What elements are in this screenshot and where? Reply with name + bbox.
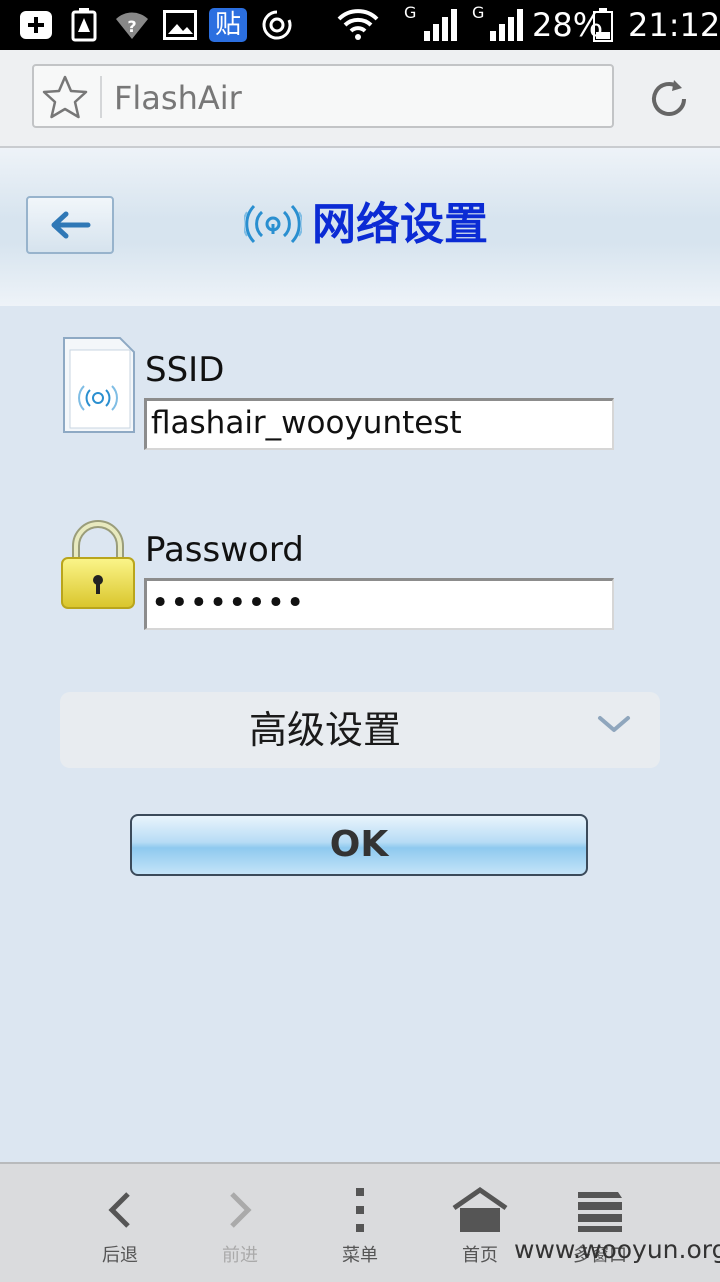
sync-icon xyxy=(258,8,296,42)
wifi-unknown-icon: ? xyxy=(114,8,150,42)
password-label: Password xyxy=(145,530,304,570)
bookmark-star-icon[interactable] xyxy=(42,74,88,120)
image-icon xyxy=(162,8,198,42)
page-title: 网络设置 xyxy=(312,199,488,250)
url-separator xyxy=(100,76,102,118)
watermark: www.wooyun.org xyxy=(514,1235,720,1264)
add-notification-icon xyxy=(18,8,54,42)
battery-icon xyxy=(590,8,616,42)
ssid-label: SSID xyxy=(145,350,225,390)
nav-forward-button[interactable]: 前进 xyxy=(180,1164,300,1282)
tieba-app-icon: 贴 xyxy=(208,8,248,42)
cell-signal-1-icon xyxy=(420,8,460,42)
network-type-2: G xyxy=(472,3,485,22)
nav-menu-label: 菜单 xyxy=(342,1245,378,1266)
page-header: 网络设置 xyxy=(0,148,720,306)
lock-icon xyxy=(61,520,135,609)
status-bar: ? 贴 G G 28% 21:12 xyxy=(0,0,720,50)
svg-text:?: ? xyxy=(127,17,136,36)
url-field[interactable]: FlashAir xyxy=(32,64,614,128)
password-input[interactable]: •••••••• xyxy=(144,578,614,630)
wifi-signal-icon xyxy=(336,8,380,42)
windows-icon xyxy=(578,1192,622,1232)
ok-button[interactable]: OK xyxy=(130,814,588,876)
home-icon xyxy=(452,1186,508,1232)
tieba-badge: 贴 xyxy=(209,8,247,42)
wireless-icon xyxy=(244,204,302,244)
nav-back-button[interactable]: 后退 xyxy=(60,1164,180,1282)
arrow-left-icon xyxy=(51,211,91,239)
back-button[interactable] xyxy=(26,196,114,254)
nav-forward-label: 前进 xyxy=(222,1245,258,1266)
cell-signal-2-icon xyxy=(486,8,526,42)
advanced-settings-label: 高级设置 xyxy=(248,708,401,752)
ssid-input[interactable]: flashair_wooyuntest xyxy=(144,398,614,450)
address-bar: FlashAir xyxy=(0,50,720,148)
forward-icon xyxy=(230,1192,252,1228)
menu-icon xyxy=(356,1188,364,1232)
url-text[interactable]: FlashAir xyxy=(114,80,242,116)
sd-card-icon xyxy=(63,337,135,433)
battery-alert-icon xyxy=(66,8,102,42)
chevron-down-icon xyxy=(598,716,630,732)
nav-menu-button[interactable]: 菜单 xyxy=(300,1164,420,1282)
advanced-settings-toggle[interactable]: 高级设置 xyxy=(60,692,660,768)
back-icon xyxy=(108,1192,130,1228)
network-type-1: G xyxy=(404,3,417,22)
nav-back-label: 后退 xyxy=(102,1245,138,1266)
reload-icon[interactable] xyxy=(644,74,694,124)
clock: 21:12 xyxy=(628,6,720,44)
